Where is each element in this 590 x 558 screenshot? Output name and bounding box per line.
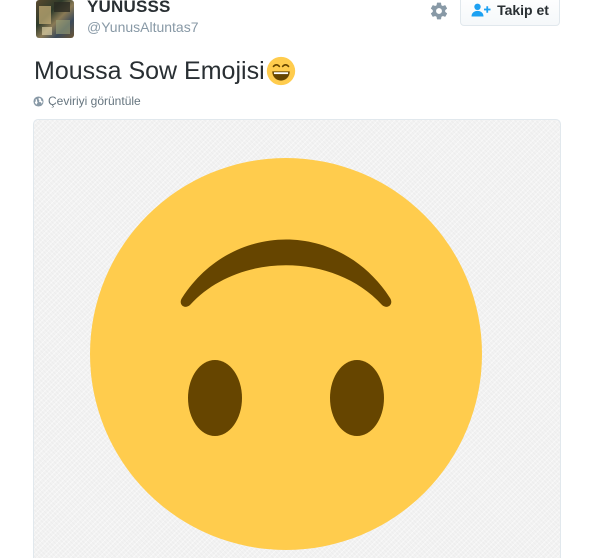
user-display-name[interactable]: YUNUSSS	[87, 0, 171, 17]
translate-link[interactable]: Çeviriyi görüntüle	[33, 94, 141, 108]
add-user-icon	[471, 3, 491, 17]
gear-icon[interactable]	[429, 1, 449, 21]
globe-icon	[33, 95, 44, 107]
grinning-face-emoji-icon	[266, 56, 295, 86]
tweet-card: YUNUSSS @YunusAltuntas7 Takip et Moussa …	[0, 0, 590, 558]
tweet-media-image[interactable]	[33, 119, 561, 558]
user-handle[interactable]: @YunusAltuntas7	[87, 19, 199, 35]
avatar[interactable]	[36, 0, 74, 38]
upside-down-face-emoji-icon	[90, 158, 482, 550]
follow-button[interactable]: Takip et	[460, 0, 560, 26]
tweet-text-content: Moussa Sow Emojisi	[34, 56, 265, 85]
translate-label: Çeviriyi görüntüle	[48, 94, 141, 108]
follow-button-label: Takip et	[497, 2, 549, 18]
tweet-text: Moussa Sow Emojisi	[34, 56, 296, 86]
